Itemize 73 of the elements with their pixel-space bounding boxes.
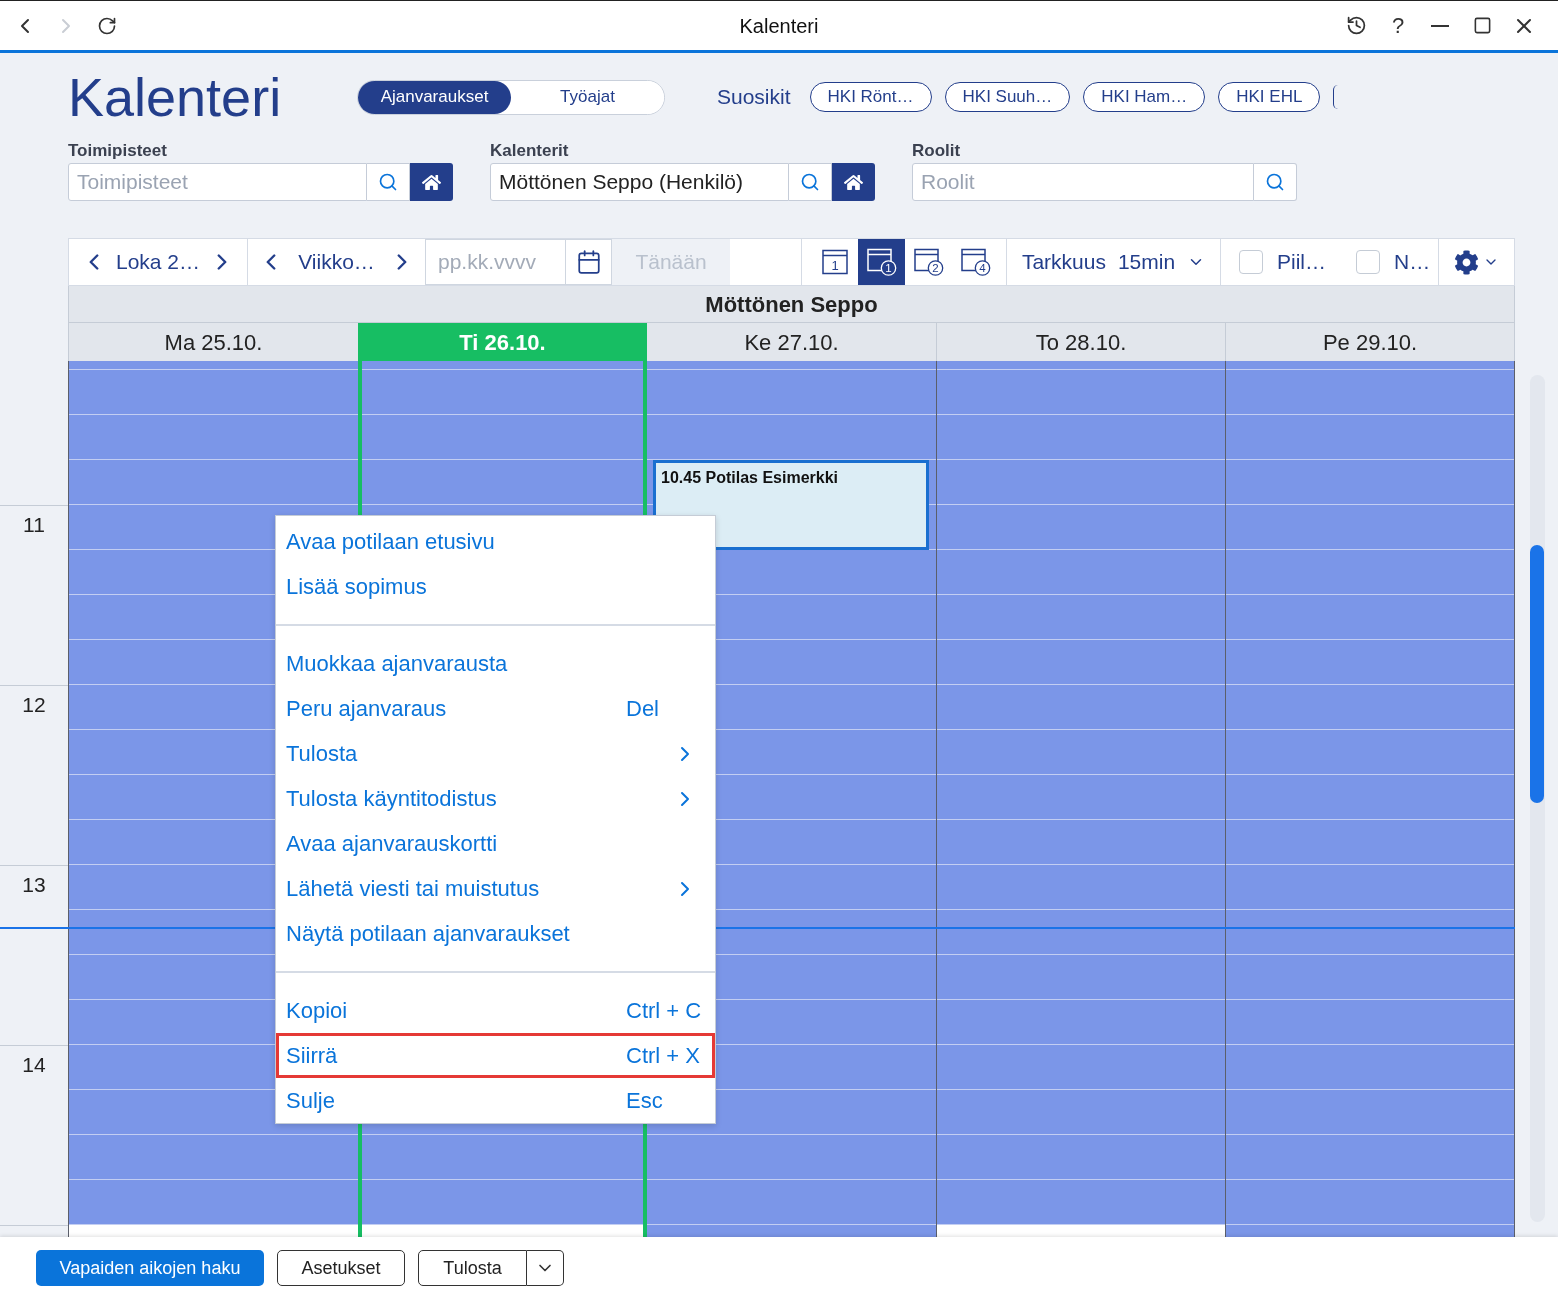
date-field[interactable]: pp.kk.vvvv [425,239,566,285]
calendar-icon [575,249,602,275]
favorite-button[interactable]: HKI EHL [1218,82,1321,112]
menu-item[interactable]: Muokkaa ajanvarausta [276,641,715,686]
checkbox[interactable] [1356,250,1380,274]
settings-button[interactable]: Asetukset [277,1250,405,1286]
view-button[interactable]: 1 [858,239,905,285]
favorite-button[interactable]: HKI Rönt… [809,82,932,112]
menu-item[interactable]: Tulosta käyntitodistus [276,776,715,821]
search-free-slots-button[interactable]: Vapaiden aikojen haku [36,1250,264,1286]
checkbox-label: N… [1394,249,1431,276]
hour-label: 14 [22,1053,46,1076]
scrollbar-thumb[interactable] [1530,545,1544,803]
favorites-label: Suosikit [717,84,791,111]
day-header[interactable]: Ke 27.10. [647,323,936,361]
print-button[interactable]: Tulosta [418,1250,527,1286]
hour-label: 12 [22,693,46,716]
menu-item[interactable]: Lähetä viesti tai muistutus [276,866,715,911]
search-icon [800,172,820,192]
menu-item[interactable]: Näytä potilaan ajanvaraukset [276,911,715,956]
field-label: Roolit [912,141,962,161]
help-button[interactable]: ? [1386,13,1410,38]
checkbox-label: Piil… [1277,249,1326,276]
resource-header: Möttönen Seppo [69,286,1514,323]
search-button[interactable] [367,163,410,201]
hour-label: 13 [22,873,46,896]
search-button[interactable] [1254,163,1297,201]
menu-item[interactable]: Kopioi Ctrl + C [276,988,715,1033]
search-field[interactable]: Möttönen Seppo (Henkilö) [490,163,789,201]
menu-item[interactable]: Sulje Esc [276,1078,715,1123]
menu-item[interactable]: Lisää sopimus [276,564,715,609]
day-header[interactable]: Pe 29.10. [1225,323,1514,361]
search-icon [378,172,398,192]
menu-item[interactable]: Tulosta [276,731,715,776]
week-label: Viikko… [298,249,375,276]
window-title: Kalenteri [739,13,819,39]
date-picker-button[interactable] [566,239,612,285]
hour-label: 11 [23,513,45,536]
day-header[interactable]: Ma 25.10. [69,323,358,361]
print-options-button[interactable] [527,1250,564,1286]
resolution-dropdown[interactable]: Tarkkuus 15min [1021,246,1206,278]
field-label: Kalenterit [490,141,570,161]
home-icon [844,172,863,192]
keyboard-shortcut: Del [626,695,659,723]
appointment[interactable]: 10.45 Potilas Esimerkki [653,460,929,550]
field-label: Toimipisteet [68,141,168,161]
checkbox[interactable] [1239,250,1263,274]
search-button[interactable] [789,163,832,201]
refresh-icon [97,15,117,36]
home-button[interactable] [832,163,875,201]
day-header[interactable]: To 28.10. [936,323,1225,361]
calendar-day-icon: 1 [821,249,848,275]
favorite-button[interactable]: HKI Ham… [1083,82,1206,112]
home-button[interactable] [410,163,453,201]
home-icon [422,172,441,192]
favorite-button[interactable]: HKI Suuh… [944,82,1071,112]
search-field[interactable]: Roolit [912,163,1254,201]
minimize-icon [1431,24,1449,27]
menu-item[interactable]: Peru ajanvaraus Del [276,686,715,731]
keyboard-shortcut: Ctrl + C [626,997,702,1025]
menu-item[interactable]: Avaa ajanvarauskortti [276,821,715,866]
month-label: Loka 2… [115,249,201,276]
page-title: Kalenteri [68,70,283,124]
menu-item[interactable]: Siirrä Ctrl + X [276,1033,715,1078]
settings-icon [1454,249,1479,275]
history-icon [1345,15,1367,36]
toggle-option[interactable]: Ajanvaraukset [358,80,511,114]
keyboard-shortcut: Esc [626,1087,663,1115]
keyboard-shortcut: Ctrl + X [626,1042,700,1070]
search-icon [1265,172,1285,192]
scrollbar-track[interactable] [1530,375,1545,1222]
maximize-icon [1472,16,1492,35]
search-field[interactable]: Toimipisteet [68,163,367,201]
